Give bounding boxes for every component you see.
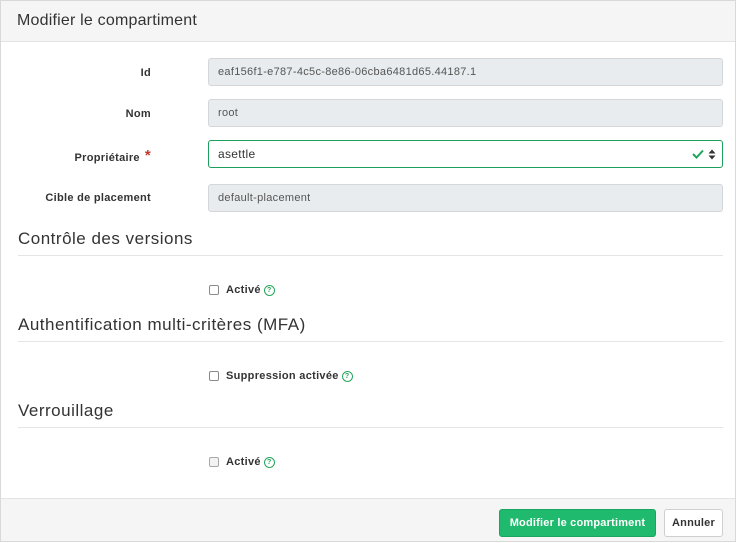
placement-label: Cible de placement: [45, 192, 151, 204]
cancel-button[interactable]: Annuler: [664, 509, 723, 537]
owner-select-value: asettle: [218, 147, 256, 161]
section-divider: [18, 341, 723, 342]
help-icon[interactable]: ?: [263, 284, 275, 296]
section-divider: [18, 255, 723, 256]
versioning-enabled-row[interactable]: Activé ?: [209, 284, 275, 296]
dialog-title: Modifier le compartiment: [17, 12, 197, 29]
placement-field: default-placement: [208, 184, 723, 212]
check-icon: [692, 149, 704, 159]
locking-enabled-checkbox[interactable]: [209, 457, 219, 467]
id-field: eaf156f1-e787-4c5c-8e86-06cba6481d65.441…: [208, 58, 723, 86]
mfa-delete-label[interactable]: Suppression activée: [226, 370, 339, 382]
submit-button[interactable]: Modifier le compartiment: [499, 509, 656, 537]
help-icon[interactable]: ?: [341, 370, 353, 382]
versioning-enabled-label[interactable]: Activé: [226, 284, 261, 296]
dialog-footer: Modifier le compartiment Annuler: [1, 498, 735, 541]
name-label: Nom: [125, 108, 151, 120]
dialog-header: Modifier le compartiment: [1, 1, 735, 42]
locking-section-title: Verrouillage: [18, 401, 114, 420]
name-field: root: [208, 99, 723, 127]
mfa-section-title: Authentification multi-critères (MFA): [18, 315, 306, 334]
owner-label-text: Propriétaire: [74, 152, 140, 164]
locking-enabled-row[interactable]: Activé ?: [209, 456, 275, 468]
mfa-delete-row[interactable]: Suppression activée ?: [209, 370, 353, 382]
required-marker: *: [144, 147, 151, 164]
id-label: Id: [140, 67, 151, 79]
locking-enabled-label[interactable]: Activé: [226, 456, 261, 468]
section-divider: [18, 427, 723, 428]
owner-label: Propriétaire *: [1, 147, 151, 165]
versioning-enabled-checkbox[interactable]: [209, 285, 219, 295]
help-icon[interactable]: ?: [263, 456, 275, 468]
mfa-delete-checkbox[interactable]: [209, 371, 219, 381]
edit-bucket-dialog: Modifier le compartiment Id eaf156f1-e78…: [0, 0, 736, 542]
sort-caret-icon: [708, 149, 716, 159]
owner-select[interactable]: asettle: [208, 140, 723, 168]
versioning-section-title: Contrôle des versions: [18, 229, 193, 248]
